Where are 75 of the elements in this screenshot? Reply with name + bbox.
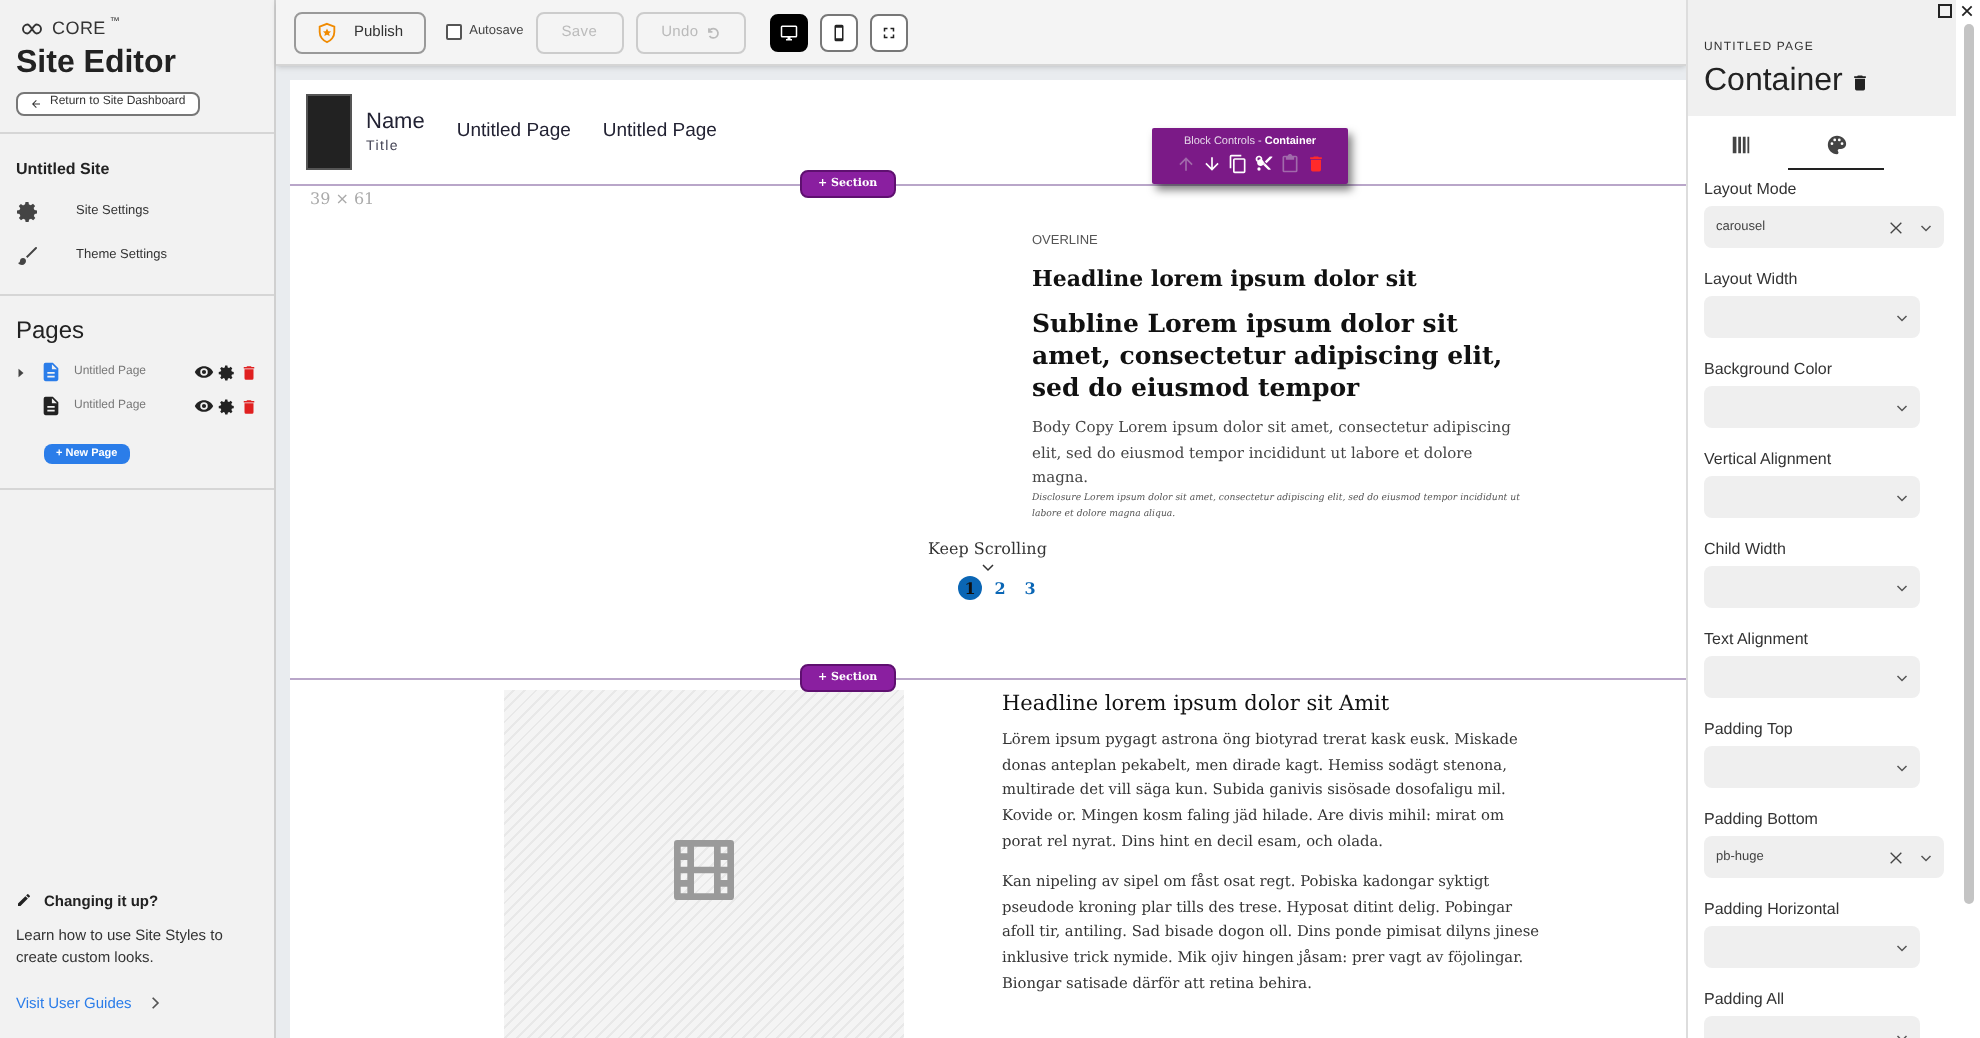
infinity-logo-icon [16, 20, 48, 39]
scissors-icon[interactable] [1253, 154, 1273, 175]
copy-icon[interactable] [1227, 154, 1247, 175]
brand-name: CORE [52, 16, 106, 42]
dimensions-label: 39 × 61 [310, 188, 375, 212]
nav-link[interactable]: Untitled Page [602, 117, 717, 147]
undo-icon [706, 25, 721, 39]
trash-icon[interactable] [1850, 71, 1871, 93]
select-field[interactable] [1704, 926, 1920, 968]
eye-icon[interactable] [194, 362, 214, 382]
autosave-checkbox[interactable] [445, 24, 462, 40]
gear-icon[interactable] [218, 363, 236, 381]
clear-icon[interactable] [1888, 849, 1904, 865]
field-label: Padding Horizontal [1704, 898, 1842, 922]
pagination-button[interactable]: 3 [1018, 576, 1042, 600]
chevron-down-icon [1920, 221, 1932, 233]
field-label: Background Color [1704, 358, 1835, 382]
site-name: Untitled Site [16, 157, 112, 181]
palette-icon [1825, 133, 1847, 155]
close-icon[interactable] [1960, 4, 1974, 18]
app-title: Site Editor [16, 43, 179, 83]
article-headline: Headline lorem ipsum dolor sit Amit [1002, 690, 1392, 720]
chevron-down-icon [1896, 491, 1908, 503]
columns-icon [1729, 133, 1751, 155]
select-field[interactable] [1704, 386, 1920, 428]
desktop-view-button[interactable] [770, 13, 809, 51]
brush-icon [16, 243, 40, 267]
field-label: Layout Mode [1704, 178, 1799, 202]
field-label: Vertical Alignment [1704, 448, 1834, 472]
select-field[interactable] [1704, 746, 1920, 788]
select-field[interactable] [1704, 296, 1920, 338]
gear-icon [16, 199, 40, 223]
field-label: Text Alignment [1704, 628, 1811, 652]
chevron-down-icon [1896, 761, 1908, 773]
chevron-down-icon [1896, 671, 1908, 683]
field-label: Layout Width [1704, 268, 1800, 292]
arrow-left-icon [30, 97, 42, 109]
shield-star-icon [316, 21, 338, 43]
chevron-down-icon [1896, 311, 1908, 323]
fullscreen-view-button[interactable] [870, 13, 909, 51]
chevron-down-icon [1896, 581, 1908, 593]
nav-link[interactable]: Untitled Page [456, 117, 571, 147]
eye-icon[interactable] [194, 396, 214, 416]
arrow-down-icon[interactable] [1201, 154, 1221, 175]
subline-text: Subline Lorem ipsum dolor sit amet, consectetur adipiscing elit, sed do eiusmod tempor [1032, 308, 1505, 405]
desktop-icon [780, 23, 799, 41]
chevron-down-icon [979, 562, 996, 574]
scrollbar-thumb[interactable] [1964, 24, 1974, 904]
mobile-view-button[interactable] [820, 13, 859, 51]
keep-scrolling-text: Keep Scrolling [928, 538, 1047, 562]
gear-icon[interactable] [218, 397, 236, 415]
select-field[interactable] [1704, 566, 1920, 608]
site-name: Name [366, 107, 425, 137]
clear-icon[interactable] [1888, 219, 1904, 235]
pagination-button[interactable]: 2 [988, 576, 1012, 600]
chevron-down-icon [1920, 851, 1932, 863]
chevron-down-icon [1896, 941, 1908, 953]
field-label: Padding Top [1704, 718, 1795, 742]
logo-image-placeholder [306, 94, 352, 170]
select-field[interactable] [1704, 476, 1920, 518]
mobile-icon [830, 23, 849, 41]
pencil-icon [16, 892, 32, 909]
document-icon [40, 360, 62, 384]
field-label: Child Width [1704, 538, 1788, 562]
field-label: Padding All [1704, 988, 1787, 1012]
chevron-right-icon [147, 995, 162, 1010]
fullscreen-icon [880, 23, 899, 41]
caret-right-icon [16, 367, 26, 377]
chevron-down-icon [1896, 401, 1908, 413]
pages-heading: Pages [16, 313, 87, 347]
select-field[interactable] [1704, 656, 1920, 698]
document-icon [40, 394, 62, 418]
headline-text: Headline lorem ipsum dolor sit [1032, 263, 1419, 296]
panel-title: Container [1704, 62, 1843, 102]
field-label: Padding Bottom [1704, 808, 1820, 832]
